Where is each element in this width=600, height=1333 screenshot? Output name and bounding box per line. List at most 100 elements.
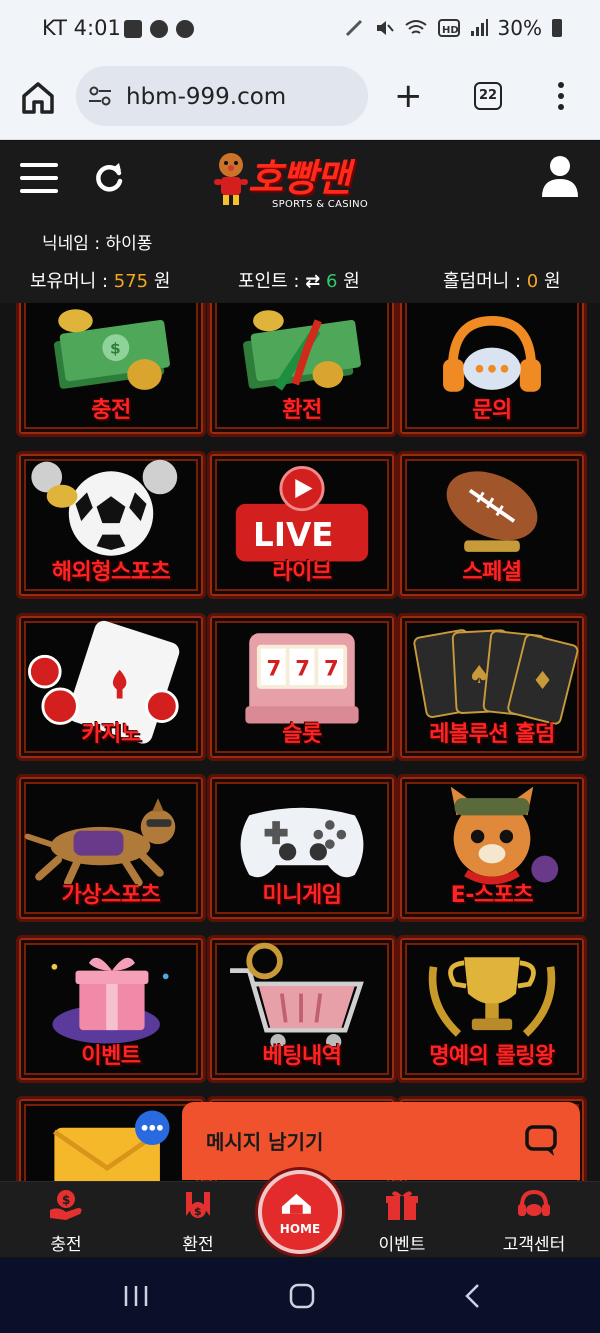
hold-money-value: 575 bbox=[113, 271, 149, 292]
svg-text:7: 7 bbox=[324, 655, 339, 680]
envelope-icon bbox=[53, 1110, 170, 1181]
leave-message-text: 메시지 남기기 bbox=[206, 1130, 324, 1154]
user-profile-icon[interactable] bbox=[540, 155, 580, 197]
recent-apps-icon[interactable] bbox=[122, 1282, 150, 1310]
nav-charge-label: 충전 bbox=[50, 1235, 82, 1255]
menu-grid: $ 충전 환전 문의 해외형스포츠 LIVE 라이브 스페셜 카지노 7 7 7… bbox=[0, 303, 600, 1181]
browser-home-icon[interactable] bbox=[20, 80, 56, 116]
tile-slot[interactable]: 7 7 7 슬롯 bbox=[207, 613, 397, 761]
alarm-icon bbox=[176, 20, 194, 38]
new-tab-button[interactable]: + bbox=[394, 79, 423, 113]
points[interactable]: 포인트 : ⇄ 6 원 bbox=[238, 267, 360, 293]
back-icon[interactable] bbox=[460, 1282, 488, 1310]
support-headset-icon bbox=[518, 1189, 550, 1216]
browser-toolbar: hbm-999.com + 22 bbox=[0, 62, 600, 140]
tile-mini-game[interactable]: 미니게임 bbox=[207, 774, 397, 922]
mute-icon bbox=[376, 21, 394, 35]
tile-label: 명예의 롤링왕 bbox=[429, 1044, 555, 1069]
tile-hall-of-fame[interactable]: 명예의 롤링왕 bbox=[397, 935, 587, 1083]
home-icon[interactable] bbox=[288, 1282, 316, 1310]
nav-exchange-label: 환전 bbox=[182, 1235, 214, 1255]
tile-partial-message[interactable] bbox=[16, 1096, 206, 1181]
notification-icons bbox=[124, 20, 194, 38]
chat-bubble-icon bbox=[150, 20, 168, 38]
tile-bet-history[interactable]: 베팅내역 bbox=[207, 935, 397, 1083]
nickname-text: 닉네임 : 하이퐁 bbox=[42, 234, 153, 254]
tile-revolution-holdem[interactable]: ♠ ♦ 레볼루션 홀덤 bbox=[397, 613, 587, 761]
address-bar[interactable]: hbm-999.com bbox=[76, 66, 368, 126]
points-convert-icon[interactable]: ⇄ bbox=[305, 271, 320, 292]
tile-event[interactable]: 이벤트 bbox=[16, 935, 206, 1083]
tile-label: 베팅내역 bbox=[262, 1044, 342, 1069]
points-unit: 원 bbox=[343, 271, 360, 292]
hold-money: 보유머니 : 575 원 bbox=[30, 267, 170, 293]
tile-e-sports[interactable]: E-스포츠 bbox=[397, 774, 587, 922]
chat-icon[interactable] bbox=[524, 1124, 558, 1158]
logo-text: 호빵맨 bbox=[248, 156, 351, 200]
system-indicators: HD 30% bbox=[344, 16, 562, 40]
svg-text:♦: ♦ bbox=[531, 666, 553, 695]
tile-overseas-sports[interactable]: 해외형스포츠 bbox=[16, 451, 206, 599]
tile-virtual-sports[interactable]: 가상스포츠 bbox=[16, 774, 206, 922]
svg-text:$: $ bbox=[110, 339, 121, 357]
refresh-icon[interactable] bbox=[92, 161, 126, 195]
nav-charge[interactable]: $ 충전 bbox=[16, 1188, 116, 1255]
bottom-navigation: $ 충전 $ 환전 HOME 이벤트 고객센터 bbox=[0, 1170, 600, 1257]
pen-icon bbox=[345, 19, 362, 37]
holdem-money: 홀덤머니 : 0 원 bbox=[443, 267, 561, 293]
svg-text:7: 7 bbox=[267, 655, 282, 680]
tile-exchange[interactable]: 환전 bbox=[207, 303, 397, 437]
hold-money-label: 보유머니 : bbox=[30, 271, 109, 292]
tile-casino[interactable]: 카지노 bbox=[16, 613, 206, 761]
screen: KT 4:01 HD 30% hbm-999.com + 22 호빵맨 SPOR… bbox=[0, 0, 600, 1333]
holdem-money-value: 0 bbox=[526, 271, 539, 292]
status-bar: KT 4:01 HD 30% bbox=[0, 0, 600, 62]
tile-inquiry[interactable]: 문의 bbox=[397, 303, 587, 437]
svg-text:$: $ bbox=[194, 1205, 202, 1218]
site-logo[interactable]: 호빵맨 SPORTS & CASINO bbox=[212, 149, 392, 213]
points-label: 포인트 : bbox=[238, 271, 300, 292]
hold-money-unit: 원 bbox=[153, 271, 171, 292]
svg-text:♠: ♠ bbox=[468, 660, 490, 689]
holdem-money-unit: 원 bbox=[543, 271, 561, 292]
tile-label: 환전 bbox=[282, 398, 322, 423]
tile-label: 미니게임 bbox=[262, 883, 342, 908]
balance-row: 보유머니 : 575 원 포인트 : ⇄ 6 원 홀덤머니 : 0 원 bbox=[0, 267, 600, 293]
nav-home-label: HOME bbox=[279, 1222, 321, 1236]
nav-home-button[interactable]: HOME bbox=[258, 1170, 342, 1254]
tab-switcher-button[interactable]: 22 bbox=[474, 82, 502, 110]
mascot-logo-icon bbox=[214, 153, 248, 205]
battery-level: 30% bbox=[497, 16, 542, 40]
nav-event-label: 이벤트 bbox=[378, 1235, 426, 1255]
hd-icon: HD bbox=[437, 19, 460, 37]
hamburger-menu-icon[interactable] bbox=[20, 163, 58, 193]
svg-text:7: 7 bbox=[295, 655, 310, 680]
tile-label: 가상스포츠 bbox=[61, 883, 161, 908]
tile-label: 슬롯 bbox=[282, 722, 322, 747]
tile-label: 레볼루션 홀덤 bbox=[429, 722, 555, 747]
browser-menu-icon[interactable] bbox=[558, 82, 566, 110]
svg-text:$: $ bbox=[62, 1193, 70, 1207]
live-text: LIVE bbox=[253, 516, 333, 554]
leave-message-widget[interactable]: 메시지 남기기 bbox=[182, 1102, 580, 1180]
logo-subtitle: SPORTS & CASINO bbox=[272, 199, 369, 210]
status-time: KT 4:01 bbox=[42, 16, 121, 40]
tile-label: 스페셜 bbox=[462, 560, 522, 585]
tile-special[interactable]: 스페셜 bbox=[397, 451, 587, 599]
holdem-money-label: 홀덤머니 : bbox=[443, 271, 522, 292]
home-house-icon bbox=[281, 1193, 311, 1214]
tile-live[interactable]: LIVE 라이브 bbox=[207, 451, 397, 599]
gallery-icon bbox=[124, 20, 142, 38]
url-text: hbm-999.com bbox=[126, 84, 287, 110]
tile-label: 라이브 bbox=[272, 560, 332, 585]
nav-support[interactable]: 고객센터 bbox=[484, 1188, 584, 1255]
nav-exchange[interactable]: $ 환전 bbox=[148, 1188, 248, 1255]
tile-label: 카지노 bbox=[81, 722, 141, 747]
tile-charge[interactable]: $ 충전 bbox=[16, 303, 206, 437]
system-navigation-bar bbox=[0, 1258, 600, 1333]
nav-event[interactable]: 이벤트 bbox=[352, 1188, 452, 1255]
tile-label: E-스포츠 bbox=[450, 883, 534, 908]
site-settings-icon[interactable] bbox=[88, 86, 112, 106]
svg-text:HD: HD bbox=[442, 25, 459, 36]
points-value: 6 bbox=[326, 271, 338, 292]
